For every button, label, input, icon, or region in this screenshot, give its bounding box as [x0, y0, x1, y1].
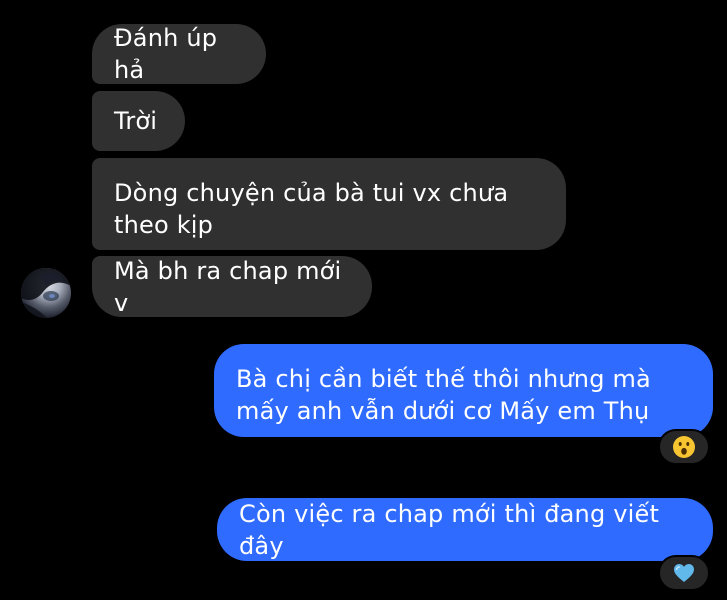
message-text: Trời — [114, 107, 158, 135]
surprised-face-icon — [673, 436, 695, 458]
message-reaction[interactable] — [658, 429, 710, 465]
incoming-message-bubble[interactable]: Trời — [92, 91, 185, 151]
avatar-image — [21, 268, 71, 318]
message-text: Bà chị cần biết thế thôi nhưng mà mấy an… — [236, 365, 651, 425]
contact-avatar[interactable] — [21, 268, 71, 318]
message-text: Dòng chuyện của bà tui vx chưa theo kịp — [114, 179, 509, 239]
incoming-message-bubble[interactable]: Mà bh ra chap mới v — [92, 256, 372, 317]
incoming-message-bubble[interactable]: Dòng chuyện của bà tui vx chưa theo kịp — [92, 158, 566, 250]
outgoing-message-bubble[interactable]: Còn việc ra chap mới thì đang viết đây — [217, 498, 713, 561]
outgoing-message-bubble[interactable]: Bà chị cần biết thế thôi nhưng mà mấy an… — [214, 344, 713, 437]
message-text: Mà bh ra chap mới v — [114, 256, 342, 317]
message-text: Đánh úp hả — [114, 24, 218, 84]
blue-heart-icon — [674, 564, 694, 582]
incoming-message-bubble[interactable]: Đánh úp hả — [92, 24, 266, 84]
message-reaction[interactable] — [658, 555, 710, 591]
message-text: Còn việc ra chap mới thì đang viết đây — [239, 499, 660, 560]
